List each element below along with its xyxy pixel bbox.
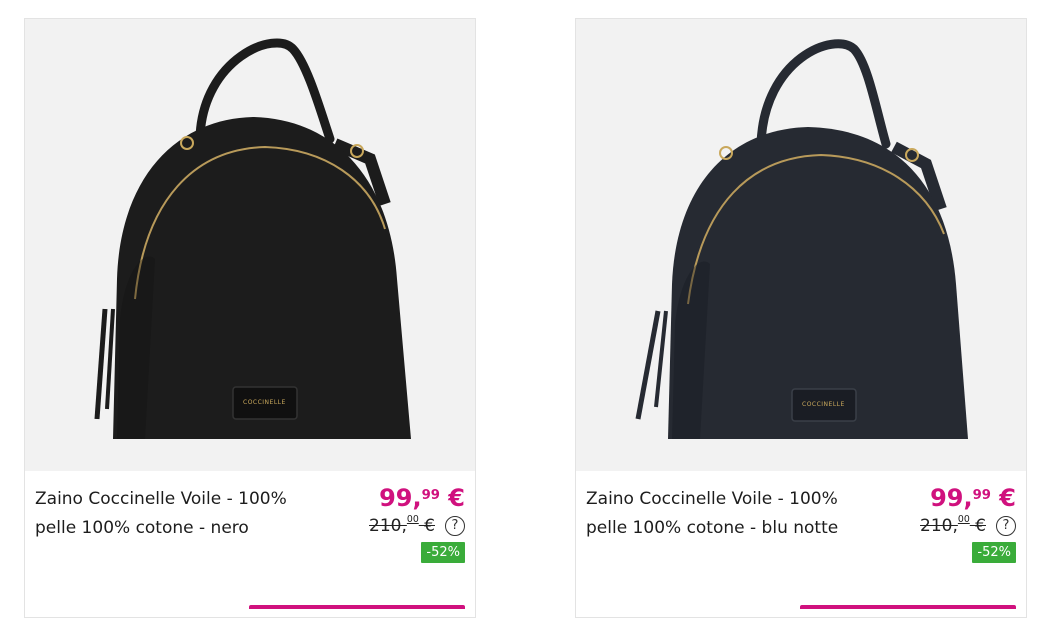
old-price-currency: € — [418, 515, 435, 536]
price-cents: 99 — [421, 488, 440, 503]
price-main: 99, — [379, 484, 422, 512]
current-price: 99,99 € — [866, 483, 1016, 513]
brand-tag: COCCINELLE — [243, 399, 286, 406]
backpack-image — [635, 39, 968, 439]
product-card-2[interactable]: COCCINELLE Zaino Coccinelle Voile - 100%… — [575, 18, 1027, 618]
product-card-1[interactable]: COCCINELLE Zaino Coccinelle Voile - 100%… — [24, 18, 476, 618]
product-image[interactable]: COCCINELLE — [25, 19, 475, 471]
old-price-cents: 00 — [406, 513, 419, 525]
price-currency: € — [990, 484, 1016, 512]
product-image[interactable]: COCCINELLE — [576, 19, 1026, 471]
old-price-row: 210,00 €? — [315, 513, 465, 536]
old-price-currency: € — [969, 515, 986, 536]
product-title[interactable]: Zaino Coccinelle Voile - 100% pelle 100%… — [586, 485, 876, 543]
discount-badge: -52% — [972, 541, 1016, 563]
price-currency: € — [439, 484, 465, 512]
price-box: 99,99 € 210,00 €? -52% — [866, 483, 1016, 563]
old-price-main: 210, — [369, 515, 407, 536]
help-icon[interactable]: ? — [445, 515, 465, 536]
brand-tag: COCCINELLE — [802, 401, 845, 408]
old-price-cents: 00 — [957, 513, 970, 525]
old-price-row: 210,00 €? — [866, 513, 1016, 536]
add-to-cart-button[interactable] — [800, 605, 1016, 609]
product-title[interactable]: Zaino Coccinelle Voile - 100% pelle 100%… — [35, 485, 325, 543]
old-price-main: 210, — [920, 515, 958, 536]
add-to-cart-button[interactable] — [249, 605, 465, 609]
current-price: 99,99 € — [315, 483, 465, 513]
old-price: 210,00 € — [369, 513, 435, 536]
help-icon[interactable]: ? — [996, 515, 1016, 536]
price-main: 99, — [930, 484, 973, 512]
discount-badge: -52% — [421, 541, 465, 563]
old-price: 210,00 € — [920, 513, 986, 536]
price-box: 99,99 € 210,00 €? -52% — [315, 483, 465, 563]
price-cents: 99 — [972, 488, 991, 503]
